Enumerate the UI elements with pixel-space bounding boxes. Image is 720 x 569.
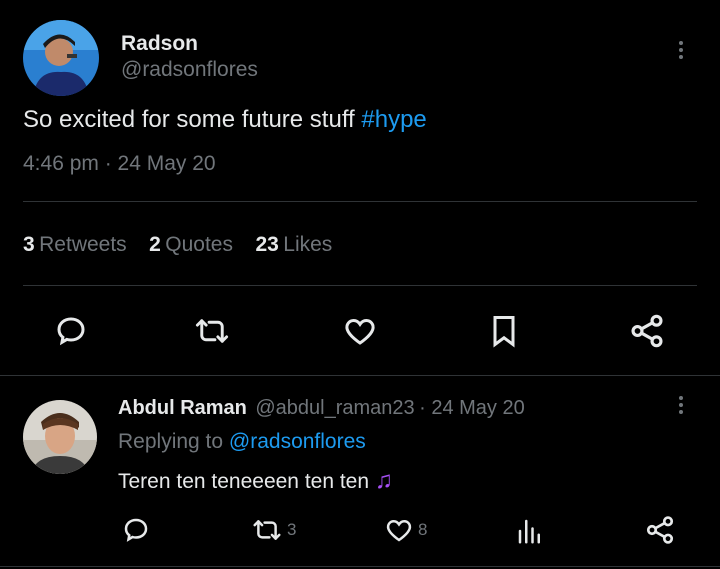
likes-count: 23 bbox=[255, 233, 279, 256]
divider bbox=[0, 375, 720, 376]
tweet-timestamp[interactable]: 4:46 pm · 24 May 20 bbox=[23, 152, 216, 176]
reply-header: Abdul Raman @abdul_raman23 · 24 May 20 bbox=[118, 397, 525, 420]
music-notes-emoji: ♫ bbox=[374, 467, 393, 494]
reply-text: Teren ten teneeeen ten ten ♫ bbox=[118, 467, 393, 495]
reply-author-handle[interactable]: @abdul_raman23 bbox=[255, 397, 414, 419]
reply-like-icon[interactable] bbox=[384, 515, 414, 545]
likes-stat[interactable]: 23 Likes bbox=[255, 233, 332, 256]
tweet-text: So excited for some future stuff #hype bbox=[23, 106, 427, 134]
reply-icon[interactable] bbox=[53, 313, 89, 349]
reply-author-avatar[interactable] bbox=[23, 400, 97, 474]
reply-like-count: 8 bbox=[418, 520, 428, 539]
reply-retweet-icon[interactable] bbox=[251, 515, 283, 545]
reply-date[interactable]: · 24 May 20 bbox=[419, 397, 525, 419]
divider bbox=[0, 566, 720, 567]
quotes-stat[interactable]: 2 Quotes bbox=[149, 233, 237, 256]
replying-to: Replying to @radsonflores bbox=[118, 430, 366, 454]
like-icon[interactable] bbox=[342, 313, 378, 349]
tweet-stats: 3 Retweets 2 Quotes 23 Likes bbox=[23, 233, 332, 257]
replying-to-prefix: Replying to bbox=[118, 430, 229, 453]
reply-retweet-count: 3 bbox=[287, 520, 297, 539]
retweets-stat[interactable]: 3 Retweets bbox=[23, 233, 131, 256]
more-options-icon[interactable] bbox=[678, 38, 684, 62]
reply-reply-icon[interactable] bbox=[121, 515, 151, 545]
divider bbox=[23, 201, 697, 202]
quotes-count: 2 bbox=[149, 233, 161, 256]
tweet-body: So excited for some future stuff bbox=[23, 106, 362, 133]
reply-share-icon[interactable] bbox=[644, 514, 676, 546]
quotes-label: Quotes bbox=[165, 233, 233, 256]
likes-label: Likes bbox=[283, 233, 333, 256]
retweets-label: Retweets bbox=[39, 233, 127, 256]
author-avatar[interactable] bbox=[23, 20, 99, 96]
replying-to-handle[interactable]: @radsonflores bbox=[229, 430, 366, 453]
share-icon[interactable] bbox=[628, 312, 666, 350]
divider bbox=[23, 285, 697, 286]
reply-more-options-icon[interactable] bbox=[678, 393, 684, 417]
retweets-count: 3 bbox=[23, 233, 35, 256]
reply-views-icon[interactable] bbox=[515, 516, 545, 546]
author-name[interactable]: Radson bbox=[121, 32, 198, 56]
bookmark-icon[interactable] bbox=[486, 313, 522, 349]
author-handle[interactable]: @radsonflores bbox=[121, 58, 258, 82]
retweet-icon[interactable] bbox=[193, 313, 231, 349]
reply-body: Teren ten teneeeen ten ten bbox=[118, 470, 370, 493]
hashtag-link[interactable]: #hype bbox=[361, 106, 426, 133]
reply-author-name[interactable]: Abdul Raman bbox=[118, 397, 247, 419]
